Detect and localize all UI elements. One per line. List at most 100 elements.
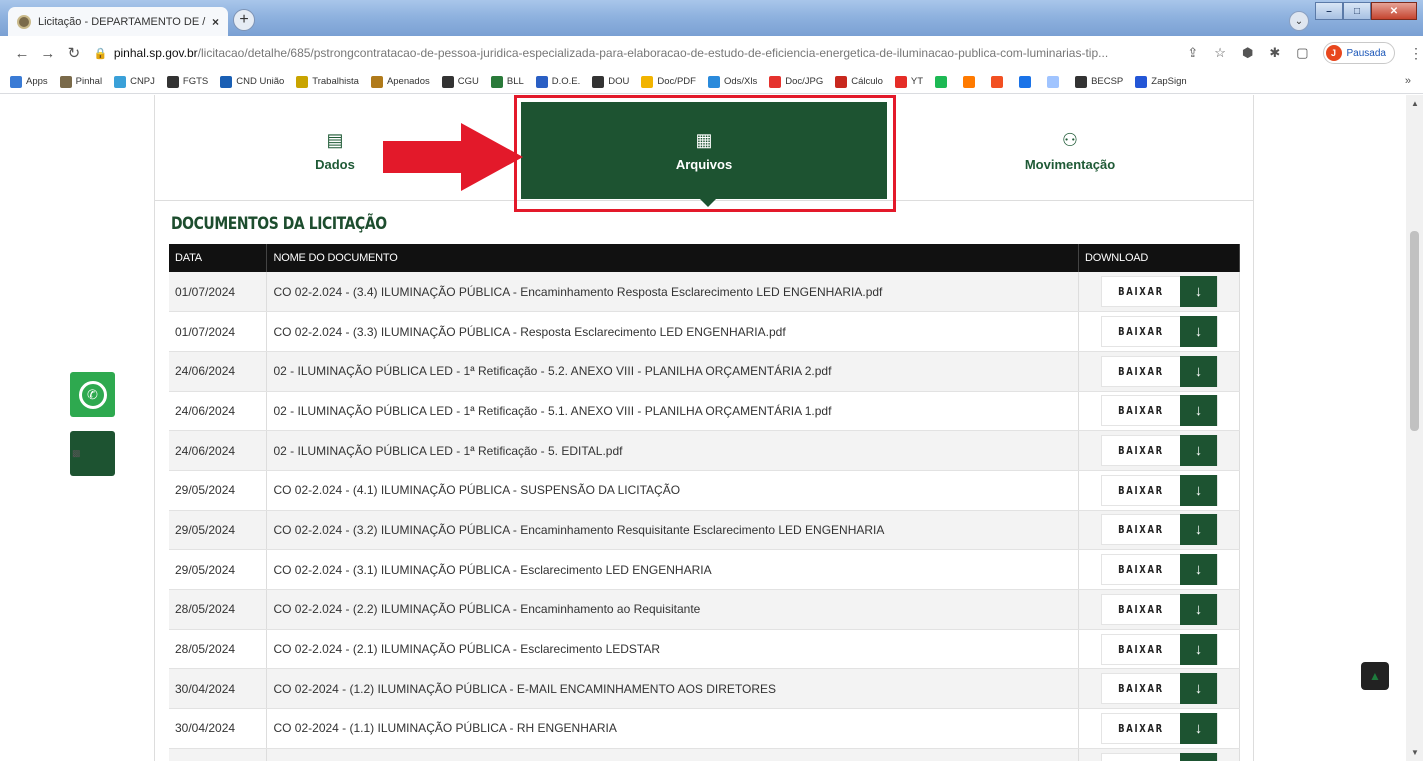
whatsapp-button[interactable]: ✆ [70,372,115,417]
row-document-name: CO 02-2.024 - (3.4) ILUMINAÇÃO PÚBLICA -… [266,272,1079,313]
bookmark-icon [894,75,907,88]
bookmark-item[interactable]: BLL [490,75,524,88]
extensions-icon[interactable]: ✱ [1269,45,1280,61]
bookmark-item[interactable] [963,75,979,88]
download-button[interactable]: BAIXAR↓ [1101,276,1218,308]
bookmark-item[interactable]: ZapSign [1135,75,1187,88]
bookmark-item[interactable]: CND União [220,75,284,88]
bookmark-item[interactable]: DOU [592,75,629,88]
download-wrapper: BAIXAR ↓ [1085,593,1239,625]
table-row: 01/07/2024 CO 02-2.024 - (3.4) ILUMINAÇÃO… [169,272,1240,313]
bookmarks-more-icon[interactable]: » [1405,75,1411,87]
bookmark-icon [991,75,1004,88]
bookmark-item[interactable]: Apps [10,75,48,88]
download-button[interactable]: BAIXAR ↓ [1101,435,1218,467]
browser-menu-icon[interactable]: ⋮ [1409,45,1423,62]
row-download-cell: BAIXAR ↓ [1078,589,1240,630]
bookmark-icon [59,75,72,88]
bookmark-icon [707,75,720,88]
reload-icon[interactable]: ↻ [64,44,84,62]
tab-title: Licitação - DEPARTAMENTO DE / [38,15,206,28]
bookmark-item[interactable]: CGU [441,75,479,88]
arrow-down-icon[interactable]: ↓ [1180,316,1217,348]
bookmark-item[interactable]: Apenados [370,75,430,88]
back-to-top-button[interactable]: ▲ [1361,662,1389,690]
scroll-up-icon[interactable]: ▲ [1411,99,1419,108]
bookmark-item[interactable] [991,75,1007,88]
tab-dados-label: Dados [315,157,355,172]
bookmark-item[interactable]: YT [894,75,923,88]
tab-movimentacao[interactable]: ⚇ Movimentação [995,103,1145,199]
new-tab-button[interactable]: + [233,9,255,31]
arrow-down-icon[interactable]: ↓ [1180,276,1217,308]
download-button[interactable]: BAIXAR↓ [1101,673,1218,705]
download-button[interactable]: BAIXAR↓ [1101,593,1218,625]
download-button[interactable]: BAIXAR↓ [1101,633,1218,665]
bookmark-icon [441,75,454,88]
shield-icon[interactable]: ⬢ [1242,45,1253,61]
download-button[interactable]: BAIXAR↓ [1101,712,1218,744]
arrow-down-icon[interactable]: ↓ [1180,474,1217,506]
download-button[interactable]: BAIXAR↓ [1101,395,1218,427]
arrow-down-icon[interactable]: ↓ [1180,514,1217,546]
profile-status: Pausada [1346,47,1386,59]
close-window-button[interactable]: ✕ [1371,2,1417,20]
scroll-down-icon[interactable]: ▼ [1411,748,1419,757]
bookmark-item[interactable]: Pinhal [59,75,103,88]
bookmark-item[interactable]: D.O.E. [535,75,580,88]
bookmark-label: Pinhal [75,76,103,87]
minimize-button[interactable]: – [1315,2,1343,20]
profile-button[interactable]: J Pausada [1322,42,1395,64]
bookmark-label: Cálculo [851,76,883,87]
row-download-cell: BAIXAR ↓ [1078,549,1240,590]
download-button[interactable]: BAIXAR↓ [1101,355,1218,387]
sidepanel-icon[interactable]: ▢ [1296,45,1308,61]
share-icon[interactable]: ⇪ [1187,45,1198,61]
bookmark-item[interactable] [1019,75,1035,88]
maximize-button[interactable]: □ [1343,2,1371,20]
bookmark-item[interactable]: Doc/PDF [641,75,696,88]
bookmark-label: Apps [26,76,48,87]
download-button[interactable]: BAIXAR↓ [1101,474,1218,506]
arrow-down-icon[interactable]: ↓ [1180,673,1217,705]
bookmark-item[interactable] [1047,75,1063,88]
download-button[interactable]: BAIXAR↓ [1101,514,1218,546]
arrow-down-icon[interactable]: ↓ [1180,712,1217,744]
arrow-down-icon[interactable]: ↓ [1180,435,1217,467]
arrow-down-icon[interactable]: ↓ [1180,554,1217,586]
bookmark-item[interactable]: Cálculo [835,75,883,88]
arrow-down-icon[interactable]: ↓ [1180,395,1217,427]
bookmark-item[interactable]: CNPJ [114,75,155,88]
bookmark-item[interactable]: FGTS [166,75,208,88]
star-icon[interactable]: ☆ [1214,45,1226,61]
download-button[interactable]: BAIXAR↓ [1101,316,1218,348]
row-document-name: CO 02-2.024 - (2.1) ILUMINAÇÃO PÚBLICA -… [266,629,1079,670]
lock-icon[interactable]: 🔒 [94,47,108,60]
scroll-thumb[interactable] [1410,231,1419,431]
bookmark-item[interactable] [935,75,951,88]
bookmark-item[interactable]: BECSP [1075,75,1123,88]
forward-icon[interactable]: → [38,45,58,62]
download-wrapper: BAIXAR ↓ [1085,355,1239,387]
bookmark-item[interactable]: Trabalhista [296,75,359,88]
tab-close-icon[interactable]: × [212,15,219,29]
row-date: 01/07/2024 [169,311,268,352]
arrow-down-icon[interactable]: ↓ [1180,355,1217,387]
bookmark-item[interactable]: Doc/JPG [769,75,823,88]
qr-code-button[interactable]: ▩ [70,431,115,476]
address-bar[interactable]: pinhal.sp.gov.br/licitacao/detalhe/685/p… [114,46,1172,60]
tab-search-button[interactable]: ⌄ [1289,11,1309,31]
back-icon[interactable]: ← [12,45,32,62]
scrollbar[interactable]: ▲ ▼ [1406,95,1423,761]
arrow-down-icon[interactable]: ↓ [1180,752,1217,761]
download-label: BAIXAR [1118,444,1164,458]
table-row: 30/04/2024 CO 02-2024 - (1.2) ILUMINAÇÃO … [169,668,1240,710]
bookmark-item[interactable]: Ods/Xls [707,75,757,88]
chevron-up-icon: ▲ [1369,669,1381,683]
main-content: ▤ Dados ▦ Arquivos ⚇ Movimentação DOCUME… [154,95,1254,761]
download-button[interactable]: BAIXAR↓ [1101,752,1218,761]
browser-tab[interactable]: Licitação - DEPARTAMENTO DE / × [8,7,228,36]
arrow-down-icon[interactable]: ↓ [1180,633,1217,665]
arrow-down-icon[interactable]: ↓ [1180,593,1217,625]
download-button[interactable]: BAIXAR↓ [1101,554,1218,586]
